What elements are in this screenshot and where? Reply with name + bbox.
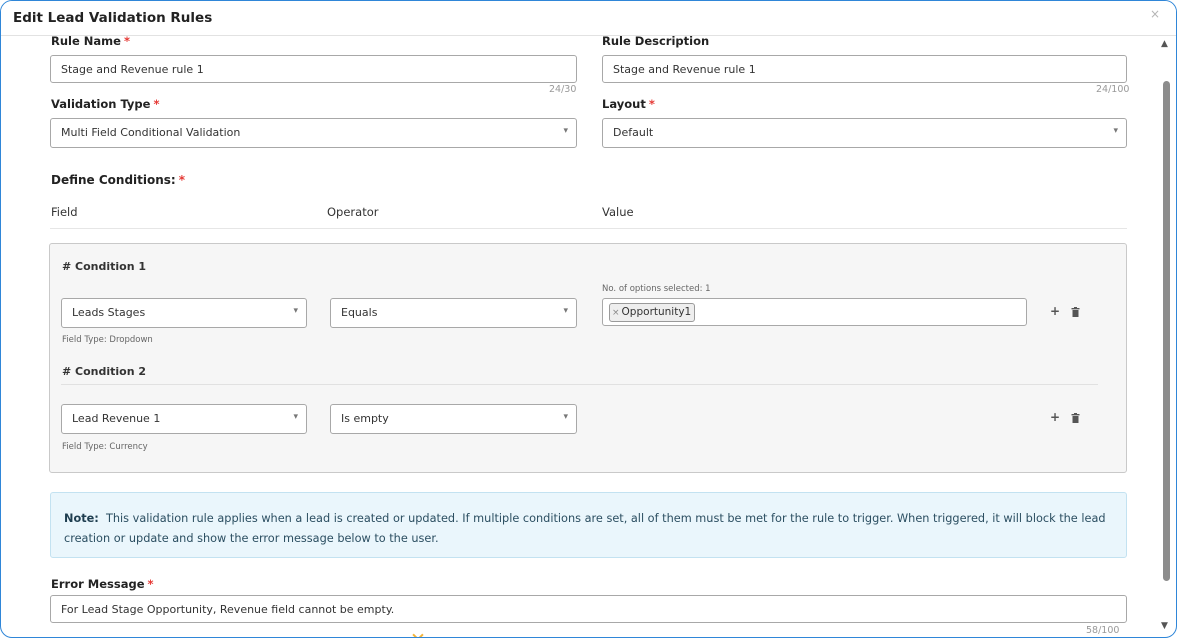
- condition-2-field-value: Lead Revenue 1: [72, 412, 161, 425]
- rule-description-input[interactable]: [602, 55, 1127, 83]
- scroll-down-icon[interactable]: ▼: [1161, 621, 1168, 631]
- value-chip-label: Opportunity1: [621, 306, 692, 318]
- validation-type-value: Multi Field Conditional Validation: [61, 126, 241, 139]
- condition-1-operator-select[interactable]: Equals ▾: [330, 298, 577, 328]
- column-header-operator: Operator: [327, 205, 379, 219]
- chevron-down-icon: ▾: [563, 306, 568, 316]
- edit-validation-rule-modal: Edit Lead Validation Rules × Rule Name * …: [0, 0, 1177, 638]
- delete-condition-icon[interactable]: [1071, 307, 1080, 317]
- condition-2-title: # Condition 2: [62, 365, 147, 378]
- note-text: This validation rule applies when a lead…: [64, 512, 1106, 545]
- layout-label-text: Layout: [602, 97, 646, 111]
- scrollbar-thumb[interactable]: [1163, 81, 1170, 581]
- modal-title: Edit Lead Validation Rules: [13, 10, 213, 26]
- condition-2-field-type: Field Type: Currency: [62, 442, 148, 452]
- define-conditions-label: Define Conditions: *: [51, 173, 185, 187]
- scrollbar[interactable]: ▲ ▼: [1159, 37, 1173, 635]
- add-condition-icon[interactable]: +: [1050, 304, 1060, 318]
- condition-1-value-multiselect[interactable]: × Opportunity1: [602, 298, 1027, 326]
- conditions-container: [49, 243, 1127, 473]
- condition-1-operator-value: Equals: [341, 306, 378, 319]
- required-mark: *: [648, 97, 655, 111]
- condition-1-field-select[interactable]: Leads Stages ▾: [61, 298, 307, 328]
- modal-header: Edit Lead Validation Rules ×: [1, 1, 1176, 36]
- chevron-down-icon: ▾: [293, 412, 298, 422]
- required-mark: *: [153, 97, 160, 111]
- validation-note: Note: This validation rule applies when …: [50, 492, 1127, 558]
- value-chip: × Opportunity1: [609, 303, 696, 322]
- column-header-field: Field: [51, 205, 78, 219]
- rule-name-label-text: Rule Name: [51, 34, 121, 48]
- chevron-down-icon: ▾: [563, 126, 568, 136]
- rule-name-char-counter: 24/30: [549, 84, 577, 95]
- scroll-up-icon[interactable]: ▲: [1161, 39, 1168, 49]
- required-mark: *: [123, 34, 130, 48]
- chevron-down-icon: ▾: [1113, 126, 1118, 136]
- condition-2-operator-value: Is empty: [341, 412, 389, 425]
- error-message-label: Error Message *: [51, 577, 154, 591]
- chevron-down-icon: ▾: [293, 306, 298, 316]
- close-icon[interactable]: ×: [1150, 7, 1160, 21]
- condition-1-field-type: Field Type: Dropdown: [62, 335, 153, 345]
- options-selected-count: No. of options selected: 1: [602, 284, 711, 294]
- add-condition-icon[interactable]: +: [1050, 410, 1060, 424]
- column-header-divider: [50, 228, 1127, 229]
- rule-description-char-counter: 24/100: [1096, 84, 1130, 95]
- chip-remove-icon[interactable]: ×: [612, 308, 620, 318]
- validation-type-label-text: Validation Type: [51, 97, 151, 111]
- error-message-input[interactable]: [50, 595, 1127, 623]
- layout-label: Layout *: [602, 97, 655, 111]
- condition-2-operator-select[interactable]: Is empty ▾: [330, 404, 577, 434]
- condition-2-field-select[interactable]: Lead Revenue 1 ▾: [61, 404, 307, 434]
- note-label: Note:: [64, 512, 99, 525]
- required-mark: *: [147, 577, 154, 591]
- error-message-char-counter: 58/100: [1086, 625, 1120, 636]
- column-header-value: Value: [602, 205, 634, 219]
- layout-value: Default: [613, 126, 654, 139]
- delete-condition-icon[interactable]: [1071, 413, 1080, 423]
- cursor-marker: [412, 629, 424, 637]
- error-message-label-text: Error Message: [51, 577, 145, 591]
- required-mark: *: [178, 173, 186, 187]
- layout-select[interactable]: Default ▾: [602, 118, 1127, 148]
- validation-type-label: Validation Type *: [51, 97, 159, 111]
- validation-type-select[interactable]: Multi Field Conditional Validation ▾: [50, 118, 577, 148]
- condition-divider: [61, 384, 1098, 385]
- rule-name-label: Rule Name *: [51, 34, 130, 48]
- condition-1-field-value: Leads Stages: [72, 306, 146, 319]
- chevron-down-icon: ▾: [563, 412, 568, 422]
- define-conditions-label-text: Define Conditions:: [51, 173, 176, 187]
- condition-1-title: # Condition 1: [62, 260, 147, 273]
- rule-name-input[interactable]: [50, 55, 577, 83]
- rule-description-label: Rule Description: [602, 34, 710, 48]
